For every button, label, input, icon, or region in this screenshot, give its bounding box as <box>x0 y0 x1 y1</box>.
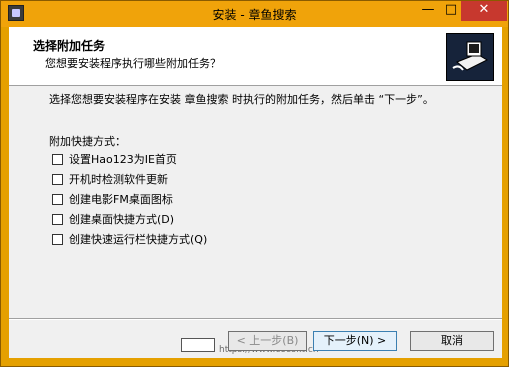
option-hao123-homepage[interactable]: 设置Hao123为IE首页 <box>52 152 177 166</box>
checkbox[interactable] <box>52 193 63 205</box>
task-description: 选择您想要安装程序在安装 章鱼搜索 时执行的附加任务，然后单击 “下一步”。 <box>49 93 434 106</box>
button-divider <box>9 318 502 320</box>
cancel-button[interactable]: 取消 <box>410 331 494 351</box>
close-button[interactable]: ✕ <box>461 1 507 21</box>
option-desktop-shortcut[interactable]: 创建桌面快捷方式(D) <box>52 212 174 226</box>
wizard-client: 选择附加任务 您想要安装程序执行哪些附加任务？ 选择您想要安装程序在安装 章鱼搜… <box>9 27 502 358</box>
option-label: 创建桌面快捷方式(D) <box>69 213 175 226</box>
title-bar[interactable]: 安装 - 章鱼搜索 — □ ✕ <box>1 1 508 27</box>
option-label: 创建快速运行栏快捷方式(Q) <box>69 233 208 246</box>
installer-computer-icon <box>446 33 494 81</box>
checkbox[interactable] <box>52 153 63 165</box>
option-movie-fm-icon[interactable]: 创建电影FM桌面图标 <box>52 192 173 206</box>
page-subtitle: 您想要安装程序执行哪些附加任务？ <box>45 57 221 70</box>
minimize-button[interactable]: — <box>415 1 441 21</box>
checkbox[interactable] <box>52 213 63 225</box>
installer-window: 安装 - 章鱼搜索 — □ ✕ 选择附加任务 您想要安装程序执行哪些附加任务？ … <box>0 0 509 367</box>
option-check-updates[interactable]: 开机时检测软件更新 <box>52 172 168 186</box>
watermark-box <box>181 338 215 352</box>
option-quicklaunch-shortcut[interactable]: 创建快速运行栏快捷方式(Q) <box>52 232 207 246</box>
option-label: 开机时检测软件更新 <box>69 173 168 186</box>
checkbox[interactable] <box>52 233 63 245</box>
page-title: 选择附加任务 <box>33 39 106 53</box>
maximize-button[interactable]: □ <box>441 1 461 21</box>
option-label: 创建电影FM桌面图标 <box>69 193 173 206</box>
wizard-header: 选择附加任务 您想要安装程序执行哪些附加任务？ <box>9 27 502 86</box>
back-button[interactable]: < 上一步(B) <box>228 331 307 351</box>
shortcut-group-label: 附加快捷方式： <box>49 135 126 148</box>
checkbox[interactable] <box>52 173 63 185</box>
next-button[interactable]: 下一步(N) > <box>313 331 397 351</box>
option-label: 设置Hao123为IE首页 <box>69 153 177 166</box>
wizard-body: 选择您想要安装程序在安装 章鱼搜索 时执行的附加任务，然后单击 “下一步”。 附… <box>9 86 502 316</box>
